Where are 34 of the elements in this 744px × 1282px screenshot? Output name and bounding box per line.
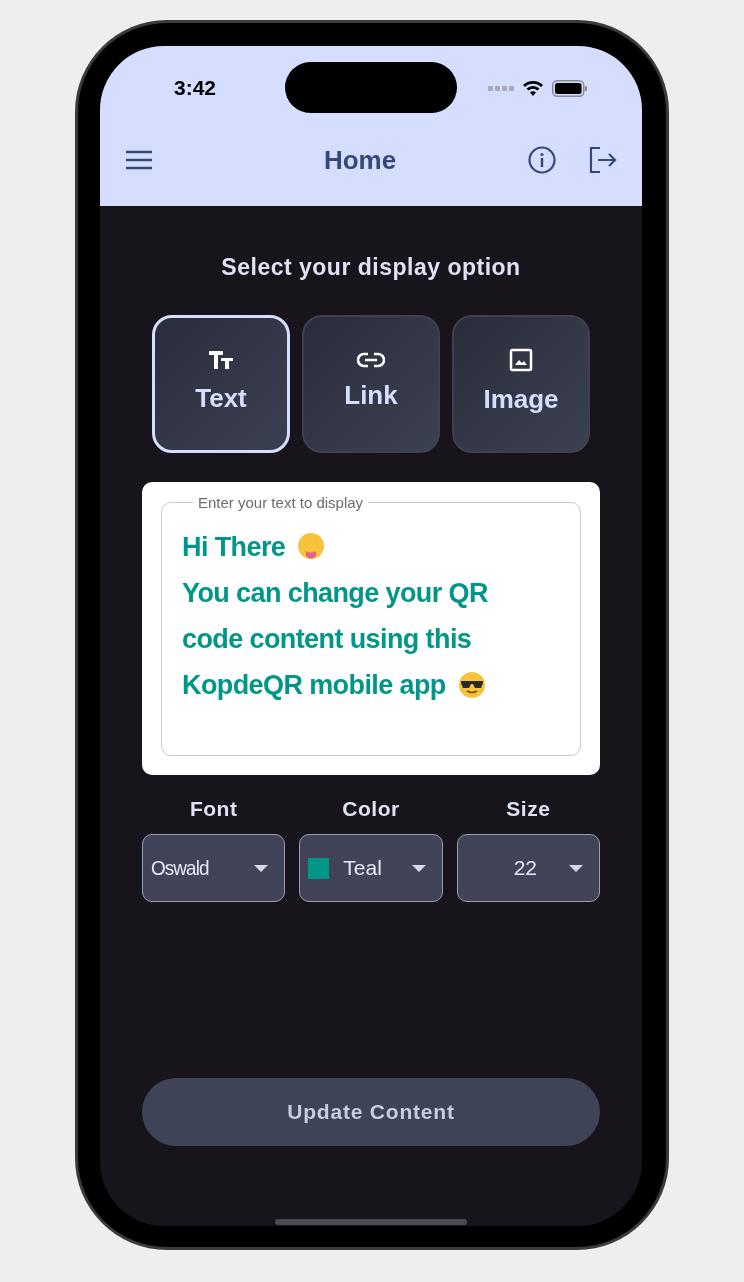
logout-button[interactable]: [588, 145, 618, 175]
dropdown[interactable]: 22: [456, 834, 600, 902]
text-line: code content using this: [182, 622, 472, 656]
text-line: Hi There: [182, 530, 286, 564]
caret-icon: [569, 864, 583, 872]
logout-icon: [589, 147, 617, 173]
text-line: You can change your QR: [182, 576, 488, 610]
wifi-icon: [522, 80, 544, 96]
link-icon: [357, 352, 385, 368]
battery-icon: [552, 79, 588, 97]
app-title: Home: [322, 143, 398, 177]
info-icon: [528, 146, 556, 174]
section-heading: Select your display option: [221, 253, 521, 282]
sunglasses-emoji-icon: [457, 671, 486, 699]
text-format-icon: [208, 349, 234, 371]
caret-icon: [411, 864, 426, 872]
dropdown[interactable]: Oswald: [142, 834, 286, 902]
selector-label: Font: [189, 795, 238, 822]
field-label: Enter your text to display: [197, 492, 365, 513]
text-line: KopdeQR mobile app: [182, 668, 446, 702]
signal-icon: [488, 85, 514, 91]
option-tab[interactable]: Link: [302, 314, 440, 453]
selector-label: Size: [506, 795, 551, 822]
image-icon: [509, 348, 533, 372]
tongue-emoji-icon: [297, 532, 326, 562]
menu-icon: [126, 150, 152, 170]
caret-icon: [254, 864, 269, 872]
update-content-button[interactable]: Update Content: [142, 1078, 600, 1146]
option-tab[interactable]: Text: [152, 314, 290, 453]
option-tab[interactable]: Image: [452, 314, 590, 453]
info-button[interactable]: [526, 144, 558, 176]
dropdown[interactable]: Teal: [299, 834, 443, 902]
status-time: 3:42: [174, 75, 217, 102]
selector-label: Color: [342, 795, 400, 822]
